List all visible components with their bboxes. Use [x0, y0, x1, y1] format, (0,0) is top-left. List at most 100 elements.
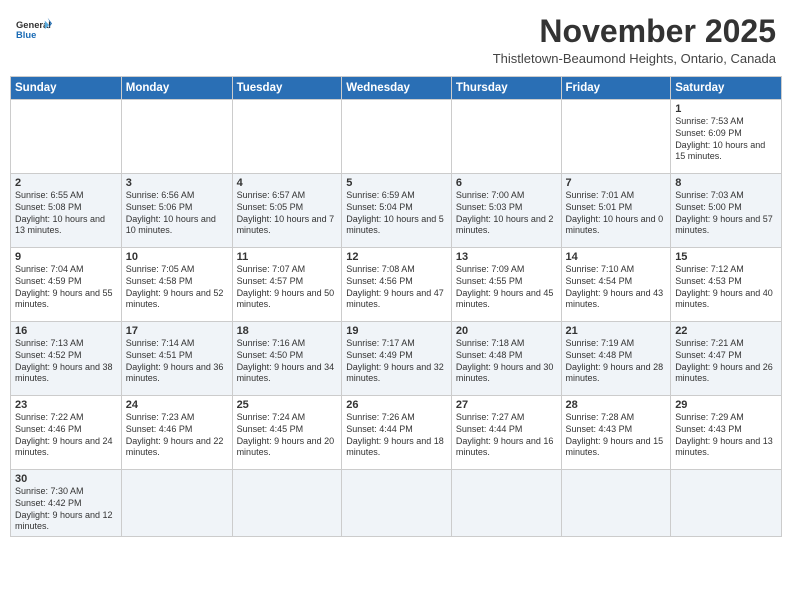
day-info: Sunrise: 7:53 AM Sunset: 6:09 PM Dayligh…: [675, 116, 777, 163]
calendar-cell: [561, 100, 671, 174]
day-info: Sunrise: 7:16 AM Sunset: 4:50 PM Dayligh…: [237, 338, 338, 385]
calendar-cell: [121, 100, 232, 174]
day-number: 27: [456, 399, 557, 411]
day-number: 23: [15, 399, 117, 411]
calendar-cell: 29Sunrise: 7:29 AM Sunset: 4:43 PM Dayli…: [671, 396, 782, 470]
calendar-cell: 14Sunrise: 7:10 AM Sunset: 4:54 PM Dayli…: [561, 248, 671, 322]
subtitle: Thistletown-Beaumond Heights, Ontario, C…: [493, 51, 776, 66]
calendar-cell: [451, 100, 561, 174]
day-info: Sunrise: 7:19 AM Sunset: 4:48 PM Dayligh…: [566, 338, 667, 385]
calendar-cell: [11, 100, 122, 174]
day-number: 8: [675, 177, 777, 189]
day-info: Sunrise: 7:14 AM Sunset: 4:51 PM Dayligh…: [126, 338, 228, 385]
generalblue-logo-icon: General Blue: [16, 16, 52, 44]
day-number: 29: [675, 399, 777, 411]
calendar-cell: 30Sunrise: 7:30 AM Sunset: 4:42 PM Dayli…: [11, 470, 122, 537]
calendar-cell: 19Sunrise: 7:17 AM Sunset: 4:49 PM Dayli…: [342, 322, 452, 396]
svg-text:Blue: Blue: [16, 30, 36, 40]
day-info: Sunrise: 7:10 AM Sunset: 4:54 PM Dayligh…: [566, 264, 667, 311]
calendar-cell: 22Sunrise: 7:21 AM Sunset: 4:47 PM Dayli…: [671, 322, 782, 396]
calendar-cell: 8Sunrise: 7:03 AM Sunset: 5:00 PM Daylig…: [671, 174, 782, 248]
calendar-cell: 12Sunrise: 7:08 AM Sunset: 4:56 PM Dayli…: [342, 248, 452, 322]
day-number: 2: [15, 177, 117, 189]
calendar-cell: [342, 470, 452, 537]
calendar-cell: [232, 100, 342, 174]
calendar-cell: 15Sunrise: 7:12 AM Sunset: 4:53 PM Dayli…: [671, 248, 782, 322]
calendar-week-row: 30Sunrise: 7:30 AM Sunset: 4:42 PM Dayli…: [11, 470, 782, 537]
day-info: Sunrise: 7:23 AM Sunset: 4:46 PM Dayligh…: [126, 412, 228, 459]
calendar-cell: 13Sunrise: 7:09 AM Sunset: 4:55 PM Dayli…: [451, 248, 561, 322]
day-info: Sunrise: 7:05 AM Sunset: 4:58 PM Dayligh…: [126, 264, 228, 311]
day-info: Sunrise: 7:24 AM Sunset: 4:45 PM Dayligh…: [237, 412, 338, 459]
calendar-cell: 25Sunrise: 7:24 AM Sunset: 4:45 PM Dayli…: [232, 396, 342, 470]
calendar-cell: 9Sunrise: 7:04 AM Sunset: 4:59 PM Daylig…: [11, 248, 122, 322]
calendar-cell: [561, 470, 671, 537]
day-info: Sunrise: 7:03 AM Sunset: 5:00 PM Dayligh…: [675, 190, 777, 237]
day-info: Sunrise: 7:28 AM Sunset: 4:43 PM Dayligh…: [566, 412, 667, 459]
calendar-week-row: 1Sunrise: 7:53 AM Sunset: 6:09 PM Daylig…: [11, 100, 782, 174]
day-number: 19: [346, 325, 447, 337]
day-info: Sunrise: 7:21 AM Sunset: 4:47 PM Dayligh…: [675, 338, 777, 385]
calendar-week-row: 16Sunrise: 7:13 AM Sunset: 4:52 PM Dayli…: [11, 322, 782, 396]
day-number: 30: [15, 473, 117, 485]
calendar-cell: [671, 470, 782, 537]
calendar-cell: 27Sunrise: 7:27 AM Sunset: 4:44 PM Dayli…: [451, 396, 561, 470]
day-number: 10: [126, 251, 228, 263]
day-info: Sunrise: 7:30 AM Sunset: 4:42 PM Dayligh…: [15, 486, 117, 533]
day-number: 6: [456, 177, 557, 189]
day-number: 9: [15, 251, 117, 263]
calendar-cell: 1Sunrise: 7:53 AM Sunset: 6:09 PM Daylig…: [671, 100, 782, 174]
day-info: Sunrise: 7:29 AM Sunset: 4:43 PM Dayligh…: [675, 412, 777, 459]
day-info: Sunrise: 7:09 AM Sunset: 4:55 PM Dayligh…: [456, 264, 557, 311]
day-number: 1: [675, 103, 777, 115]
calendar-cell: 6Sunrise: 7:00 AM Sunset: 5:03 PM Daylig…: [451, 174, 561, 248]
day-number: 13: [456, 251, 557, 263]
day-info: Sunrise: 7:17 AM Sunset: 4:49 PM Dayligh…: [346, 338, 447, 385]
day-number: 24: [126, 399, 228, 411]
calendar-cell: 17Sunrise: 7:14 AM Sunset: 4:51 PM Dayli…: [121, 322, 232, 396]
calendar-cell: 11Sunrise: 7:07 AM Sunset: 4:57 PM Dayli…: [232, 248, 342, 322]
title-area: November 2025 Thistletown-Beaumond Heigh…: [493, 14, 776, 66]
day-info: Sunrise: 7:00 AM Sunset: 5:03 PM Dayligh…: [456, 190, 557, 237]
calendar: SundayMondayTuesdayWednesdayThursdayFrid…: [10, 76, 782, 537]
day-number: 25: [237, 399, 338, 411]
day-info: Sunrise: 7:07 AM Sunset: 4:57 PM Dayligh…: [237, 264, 338, 311]
day-number: 14: [566, 251, 667, 263]
calendar-cell: 24Sunrise: 7:23 AM Sunset: 4:46 PM Dayli…: [121, 396, 232, 470]
col-header-tuesday: Tuesday: [232, 77, 342, 100]
day-number: 26: [346, 399, 447, 411]
day-number: 5: [346, 177, 447, 189]
calendar-cell: [121, 470, 232, 537]
day-info: Sunrise: 6:55 AM Sunset: 5:08 PM Dayligh…: [15, 190, 117, 237]
day-number: 22: [675, 325, 777, 337]
day-info: Sunrise: 7:04 AM Sunset: 4:59 PM Dayligh…: [15, 264, 117, 311]
calendar-cell: [342, 100, 452, 174]
day-info: Sunrise: 7:01 AM Sunset: 5:01 PM Dayligh…: [566, 190, 667, 237]
calendar-cell: 21Sunrise: 7:19 AM Sunset: 4:48 PM Dayli…: [561, 322, 671, 396]
day-number: 28: [566, 399, 667, 411]
day-info: Sunrise: 7:26 AM Sunset: 4:44 PM Dayligh…: [346, 412, 447, 459]
calendar-header-row: SundayMondayTuesdayWednesdayThursdayFrid…: [11, 77, 782, 100]
calendar-cell: 5Sunrise: 6:59 AM Sunset: 5:04 PM Daylig…: [342, 174, 452, 248]
col-header-sunday: Sunday: [11, 77, 122, 100]
calendar-cell: 3Sunrise: 6:56 AM Sunset: 5:06 PM Daylig…: [121, 174, 232, 248]
calendar-cell: 4Sunrise: 6:57 AM Sunset: 5:05 PM Daylig…: [232, 174, 342, 248]
day-info: Sunrise: 6:57 AM Sunset: 5:05 PM Dayligh…: [237, 190, 338, 237]
day-number: 3: [126, 177, 228, 189]
calendar-cell: 7Sunrise: 7:01 AM Sunset: 5:01 PM Daylig…: [561, 174, 671, 248]
logo-area: General Blue: [16, 14, 52, 44]
day-info: Sunrise: 7:27 AM Sunset: 4:44 PM Dayligh…: [456, 412, 557, 459]
day-number: 20: [456, 325, 557, 337]
col-header-monday: Monday: [121, 77, 232, 100]
calendar-cell: 18Sunrise: 7:16 AM Sunset: 4:50 PM Dayli…: [232, 322, 342, 396]
calendar-cell: [232, 470, 342, 537]
day-number: 18: [237, 325, 338, 337]
day-number: 16: [15, 325, 117, 337]
day-number: 21: [566, 325, 667, 337]
day-info: Sunrise: 6:59 AM Sunset: 5:04 PM Dayligh…: [346, 190, 447, 237]
day-info: Sunrise: 7:22 AM Sunset: 4:46 PM Dayligh…: [15, 412, 117, 459]
day-number: 17: [126, 325, 228, 337]
col-header-thursday: Thursday: [451, 77, 561, 100]
calendar-week-row: 2Sunrise: 6:55 AM Sunset: 5:08 PM Daylig…: [11, 174, 782, 248]
col-header-wednesday: Wednesday: [342, 77, 452, 100]
